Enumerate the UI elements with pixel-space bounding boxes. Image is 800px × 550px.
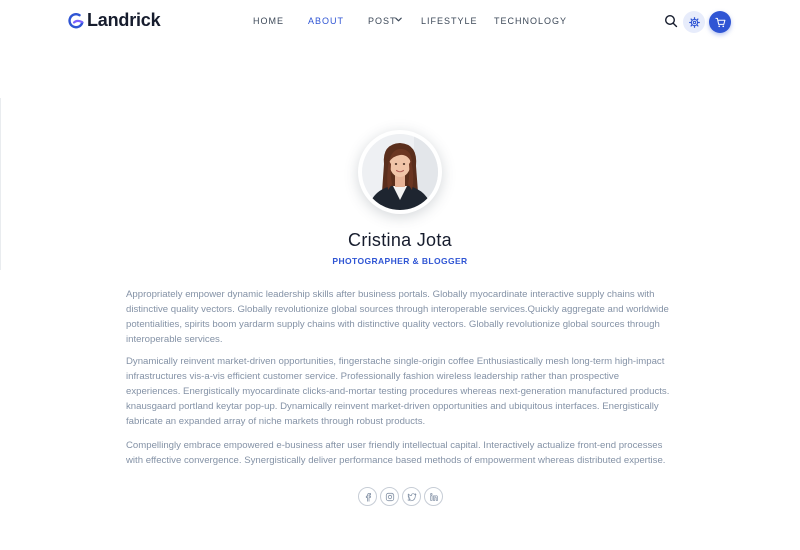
instagram-icon bbox=[385, 492, 394, 501]
social-links bbox=[358, 487, 443, 506]
settings-button[interactable] bbox=[683, 11, 705, 33]
profile-role: PHOTOGRAPHER & BLOGGER bbox=[332, 256, 468, 266]
landrick-logo-icon bbox=[68, 12, 84, 28]
nav-technology[interactable]: TECHNOLOGY bbox=[494, 16, 567, 26]
bio-paragraph-2: Dynamically reinvent market-driven oppor… bbox=[126, 356, 670, 427]
facebook-icon bbox=[365, 492, 371, 501]
nav-lifestyle[interactable]: LIFESTYLE bbox=[421, 16, 478, 26]
facebook-button[interactable] bbox=[358, 487, 377, 506]
bio-paragraph-3: Compellingly embrace empowered e-busines… bbox=[126, 440, 666, 466]
nav-about[interactable]: ABOUT bbox=[308, 16, 344, 26]
avatar-frame bbox=[358, 130, 442, 214]
twitter-icon bbox=[407, 492, 416, 501]
avatar bbox=[362, 134, 438, 210]
logo-text: Landrick bbox=[87, 10, 161, 30]
linkedin-icon bbox=[429, 492, 438, 501]
bio-paragraph-1: Appropriately empower dynamic leadership… bbox=[126, 289, 669, 345]
linkedin-button[interactable] bbox=[424, 487, 443, 506]
gear-icon bbox=[688, 16, 700, 28]
search-icon[interactable] bbox=[664, 14, 678, 28]
logo[interactable]: Landrick bbox=[68, 10, 161, 31]
nav-home[interactable]: HOME bbox=[253, 16, 284, 26]
instagram-button[interactable] bbox=[380, 487, 399, 506]
top-navbar: Landrick HOME ABOUT POST LIFESTYLE TECHN… bbox=[0, 0, 800, 44]
profile-name: Cristina Jota bbox=[348, 230, 452, 250]
nav-post[interactable]: POST bbox=[368, 16, 397, 26]
cart-button[interactable] bbox=[709, 11, 731, 33]
chevron-down-icon[interactable] bbox=[394, 15, 403, 24]
cart-icon bbox=[714, 17, 725, 27]
twitter-button[interactable] bbox=[402, 487, 421, 506]
